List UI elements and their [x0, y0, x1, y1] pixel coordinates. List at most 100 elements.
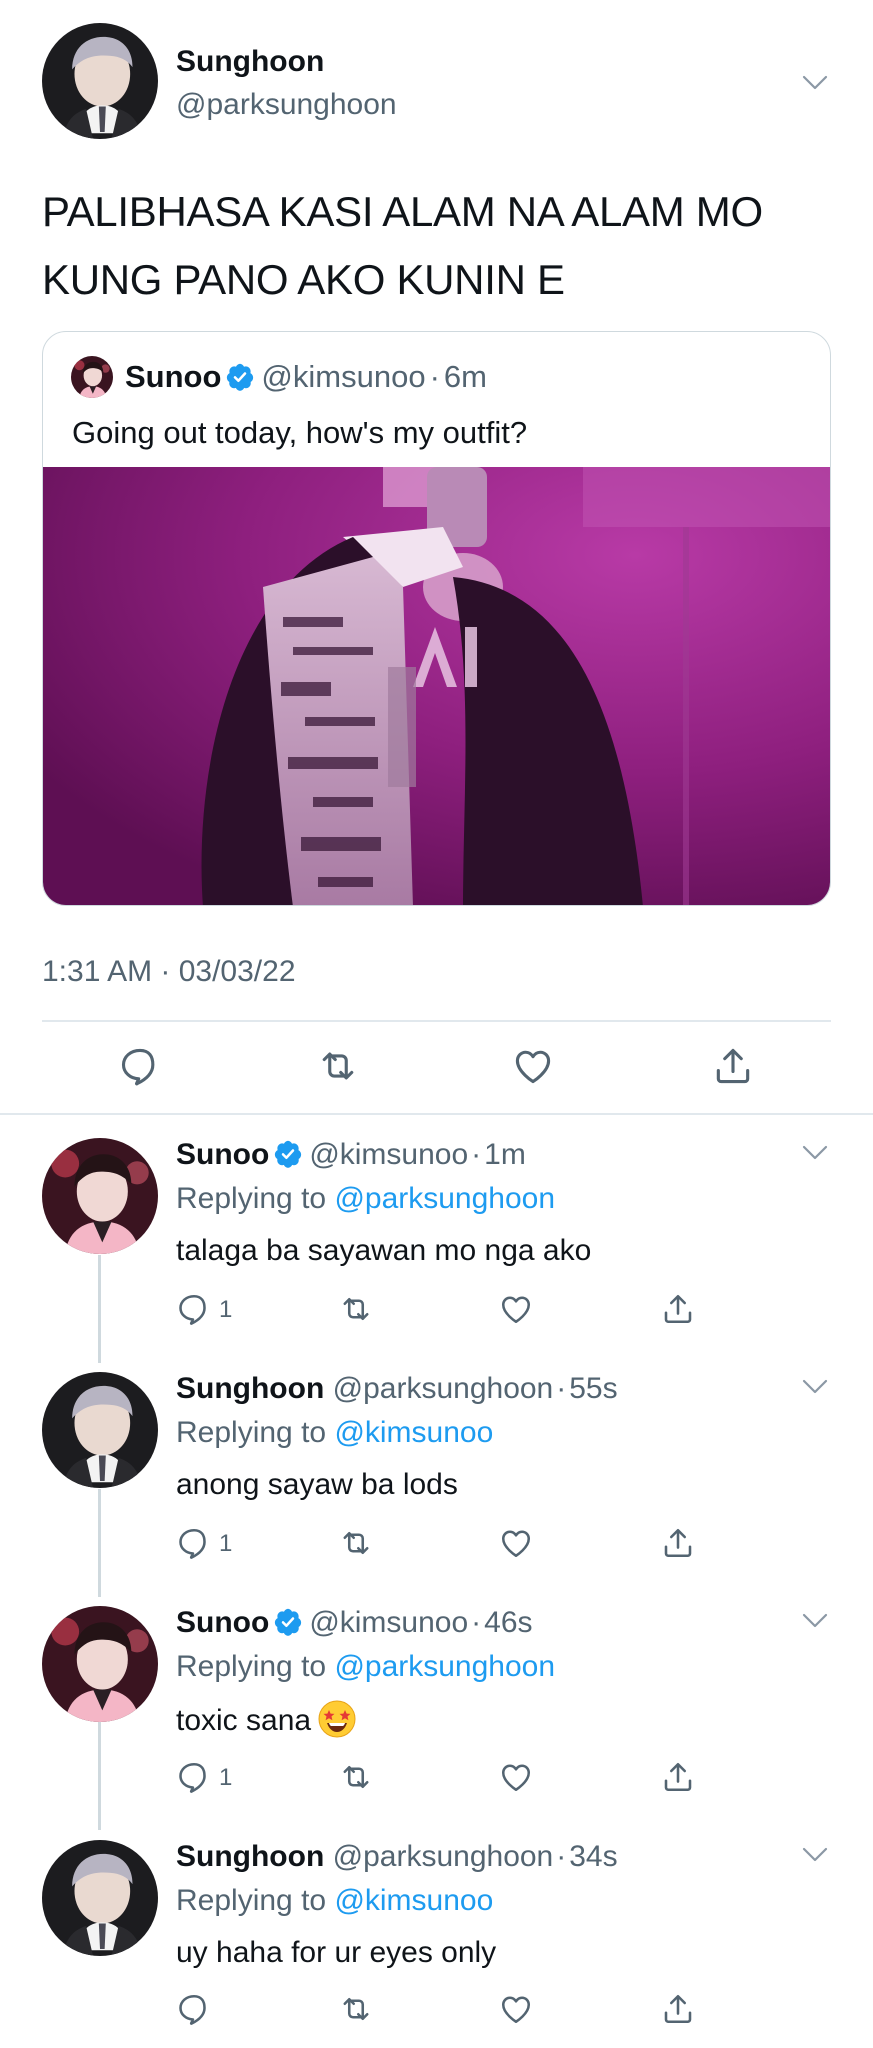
more-options-button[interactable] — [801, 1378, 829, 1396]
star-struck-emoji-icon — [317, 1699, 357, 1739]
quoted-display-name: Sunoo — [125, 359, 222, 394]
reply-text-container: toxic sana — [176, 1699, 357, 1741]
more-options-button[interactable] — [801, 1612, 829, 1630]
reply-handle[interactable]: @kimsunoo — [309, 1138, 468, 1171]
reply-button[interactable] — [176, 1525, 212, 1561]
reply-header: Sunghoon @parksunghoon · 34s — [176, 1837, 618, 1877]
reply-icon — [176, 1759, 212, 1795]
retweet-icon — [316, 1044, 360, 1088]
quoted-handle: @kimsunoo — [261, 359, 426, 394]
reply-time: 46s — [484, 1606, 533, 1639]
quoted-tweet-card[interactable]: Sunoo @kimsunoo · 6m Going out today, how's… — [42, 331, 831, 906]
like-button[interactable] — [498, 1525, 534, 1561]
reply-handle[interactable]: @kimsunoo — [309, 1606, 468, 1639]
share-icon — [711, 1044, 755, 1088]
heart-icon — [498, 1759, 534, 1795]
reply-header: Sunoo @kimsunoo · 1m — [176, 1135, 526, 1175]
reply-header: Sunghoon @parksunghoon · 55s — [176, 1369, 618, 1409]
avatar[interactable] — [42, 1372, 158, 1488]
avatar[interactable] — [42, 1606, 158, 1722]
thread-line — [98, 1255, 101, 1363]
share-icon — [660, 1991, 696, 2027]
reply-display-name[interactable]: Sunoo — [176, 1138, 269, 1171]
tweet-timestamp[interactable]: 1:31 AM · 03/03/22 — [42, 955, 296, 989]
replying-to: Replying to @kimsunoo — [176, 1413, 493, 1453]
reply-text: uy haha for ur eyes only — [176, 1936, 497, 1969]
separator-dot: · — [429, 359, 440, 394]
reply-display-name[interactable]: Sunghoon — [176, 1372, 324, 1405]
author-display-name[interactable]: Sunghoon — [176, 45, 324, 79]
retweet-button[interactable] — [316, 1044, 360, 1088]
more-options-button[interactable] — [801, 1144, 829, 1162]
divider — [0, 1113, 873, 1115]
more-options-button[interactable] — [801, 1846, 829, 1864]
reply-count: 1 — [219, 1296, 233, 1323]
replying-to: Replying to @kimsunoo — [176, 1881, 493, 1921]
like-button[interactable] — [498, 1759, 534, 1795]
retweet-button[interactable] — [338, 1291, 374, 1327]
separator-dot: · — [556, 1840, 567, 1873]
separator-dot: · — [471, 1606, 482, 1639]
reply-time: 34s — [569, 1840, 618, 1873]
more-options-button[interactable] — [801, 74, 829, 92]
like-button[interactable] — [511, 1044, 555, 1088]
author-handle[interactable]: @parksunghoon — [176, 88, 397, 122]
reply-count: 1 — [219, 1764, 233, 1791]
share-button[interactable] — [660, 1991, 696, 2027]
reply-button[interactable] — [118, 1044, 162, 1088]
retweet-icon — [338, 1525, 374, 1561]
retweet-button[interactable] — [338, 1525, 374, 1561]
replying-to-link[interactable]: @kimsunoo — [334, 1884, 493, 1917]
verified-badge-icon — [225, 362, 255, 392]
reply-button[interactable] — [176, 1759, 212, 1795]
share-button[interactable] — [660, 1525, 696, 1561]
reply-text: talaga ba sayawan mo nga ako — [176, 1234, 592, 1267]
like-button[interactable] — [498, 1291, 534, 1327]
reply-icon — [176, 1991, 212, 2027]
share-button[interactable] — [660, 1759, 696, 1795]
retweet-icon — [338, 1759, 374, 1795]
replying-to: Replying to @parksunghoon — [176, 1647, 555, 1687]
tweet-text: PALIBHASA KASI ALAM NA ALAM MO KUNG PANO… — [42, 178, 842, 314]
reply-icon — [176, 1291, 212, 1327]
share-button[interactable] — [660, 1291, 696, 1327]
replying-to-prefix: Replying to — [176, 1650, 327, 1683]
reply-handle[interactable]: @parksunghoon — [333, 1372, 554, 1405]
retweet-icon — [338, 1291, 374, 1327]
share-icon — [660, 1525, 696, 1561]
reply-icon — [118, 1044, 162, 1088]
reply-text: toxic sana — [176, 1704, 312, 1737]
verified-badge-icon — [273, 1607, 303, 1637]
heart-icon — [498, 1525, 534, 1561]
separator-dot: · — [556, 1372, 567, 1405]
retweet-button[interactable] — [338, 1759, 374, 1795]
retweet-button[interactable] — [338, 1991, 374, 2027]
chevron-down-icon — [801, 1378, 829, 1396]
reply-display-name[interactable]: Sunoo — [176, 1606, 269, 1639]
avatar-sunghoon-icon — [42, 23, 158, 139]
replying-to-prefix: Replying to — [176, 1182, 327, 1215]
replying-to: Replying to @parksunghoon — [176, 1179, 555, 1219]
avatar[interactable] — [42, 1840, 158, 1956]
avatar-sunoo-icon — [71, 356, 113, 398]
reply-header: Sunoo @kimsunoo · 46s — [176, 1603, 533, 1643]
replying-to-link[interactable]: @parksunghoon — [334, 1182, 555, 1215]
heart-icon — [511, 1044, 555, 1088]
quoted-photo[interactable] — [43, 467, 830, 905]
replying-to-link[interactable]: @kimsunoo — [334, 1416, 493, 1449]
reply-button[interactable] — [176, 1991, 212, 2027]
like-button[interactable] — [498, 1991, 534, 2027]
avatar[interactable] — [42, 23, 158, 139]
reply-button[interactable] — [176, 1291, 212, 1327]
divider — [42, 1020, 831, 1022]
quoted-avatar — [71, 356, 113, 398]
heart-icon — [498, 1991, 534, 2027]
reply-handle[interactable]: @parksunghoon — [333, 1840, 554, 1873]
replying-to-link[interactable]: @parksunghoon — [334, 1650, 555, 1683]
chevron-down-icon — [801, 1612, 829, 1630]
reply-display-name[interactable]: Sunghoon — [176, 1840, 324, 1873]
avatar[interactable] — [42, 1138, 158, 1254]
quoted-header: Sunoo @kimsunoo · 6m — [125, 356, 487, 398]
share-button[interactable] — [711, 1044, 755, 1088]
retweet-icon — [338, 1991, 374, 2027]
